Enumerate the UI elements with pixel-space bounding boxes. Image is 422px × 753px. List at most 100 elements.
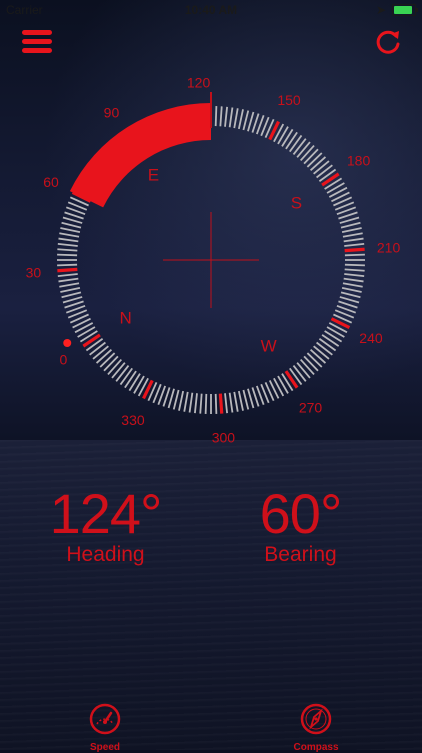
dial-tick bbox=[324, 330, 343, 343]
dial-tick bbox=[233, 391, 239, 412]
refresh-button[interactable] bbox=[374, 28, 402, 56]
dial-tick bbox=[214, 393, 218, 414]
dial-tick bbox=[242, 110, 250, 131]
dial-tick bbox=[247, 111, 255, 132]
dial-tick bbox=[224, 106, 228, 127]
degree-label-120: 120 bbox=[187, 74, 211, 90]
dial-tick bbox=[306, 352, 323, 368]
tab-speed-label: Speed bbox=[89, 742, 120, 753]
dial-tick bbox=[292, 138, 307, 155]
battery-icon bbox=[392, 4, 418, 16]
dial-tick bbox=[289, 134, 303, 153]
heading-value: 124° bbox=[49, 482, 163, 545]
dial-tick bbox=[306, 152, 323, 168]
speedometer-icon bbox=[89, 703, 121, 735]
dial-tick bbox=[57, 253, 78, 257]
dial-tick bbox=[303, 148, 319, 165]
dial-tick bbox=[133, 375, 145, 394]
dial-tick bbox=[237, 109, 244, 130]
dial-tick bbox=[188, 392, 194, 413]
dial-tick bbox=[344, 247, 365, 253]
dial-tick bbox=[339, 296, 360, 304]
dial-tick bbox=[89, 341, 106, 356]
tab-compass[interactable]: Compass bbox=[276, 702, 356, 753]
dial-tick bbox=[204, 393, 208, 414]
dial-tick bbox=[303, 355, 319, 372]
dial-tick bbox=[219, 106, 223, 127]
menu-button[interactable] bbox=[22, 30, 52, 54]
heading-label: Heading bbox=[66, 543, 145, 566]
bearing-readout: 60° Bearing bbox=[195, 480, 406, 568]
degree-label-330: 330 bbox=[121, 412, 145, 428]
dial-tick bbox=[339, 216, 360, 224]
dial-tick bbox=[194, 393, 198, 414]
degree-label-270: 270 bbox=[299, 400, 323, 416]
dial-tick bbox=[313, 160, 330, 175]
tab-compass-label: Compass bbox=[293, 742, 339, 753]
dial-tick bbox=[199, 393, 203, 414]
dial-tick bbox=[99, 352, 116, 368]
dial-tick bbox=[281, 128, 294, 147]
dial-tick bbox=[343, 277, 364, 283]
refresh-icon bbox=[376, 30, 400, 54]
dial-tick bbox=[77, 326, 96, 338]
dial-tick bbox=[343, 237, 364, 243]
dial-tick bbox=[95, 348, 113, 364]
dial-tick bbox=[326, 326, 345, 338]
compass-dial: 0 30 60 90 120 150 180 210 240 270 300 330 N E S W bbox=[26, 74, 401, 446]
bearing-label: Bearing bbox=[264, 543, 337, 566]
dial-tick bbox=[296, 141, 311, 158]
dial-tick bbox=[57, 263, 78, 267]
degree-label-300: 300 bbox=[212, 430, 236, 446]
degree-label-30: 30 bbox=[26, 264, 42, 280]
cardinal-n: N bbox=[119, 309, 131, 328]
tab-speed[interactable]: Speed bbox=[65, 702, 145, 753]
dial-tick bbox=[342, 232, 363, 238]
dial-tick bbox=[344, 273, 365, 277]
dial-tick bbox=[218, 393, 224, 414]
dial-tick bbox=[172, 389, 180, 410]
dial-tick bbox=[57, 273, 78, 277]
dial-tick bbox=[342, 282, 363, 288]
dial-tick bbox=[309, 348, 327, 364]
dial-tick bbox=[62, 216, 83, 224]
bearing-value: 60° bbox=[259, 482, 343, 545]
dial-tick bbox=[344, 253, 365, 257]
dial-tick bbox=[296, 362, 311, 379]
dial-tick bbox=[321, 172, 340, 187]
status-bar: Carrier 10:40 AM ➤ bbox=[0, 0, 422, 20]
dial-tick bbox=[284, 370, 299, 389]
dial-tick bbox=[61, 221, 82, 229]
dial-tick bbox=[326, 182, 345, 194]
dial-tick bbox=[57, 248, 78, 252]
dial-tick bbox=[313, 345, 330, 360]
dial-tick bbox=[103, 355, 119, 372]
dial-tick bbox=[344, 268, 365, 272]
dial-tick bbox=[341, 286, 362, 293]
dial-tick bbox=[292, 365, 307, 382]
degree-label-90: 90 bbox=[104, 104, 120, 120]
dial-tick bbox=[344, 243, 365, 247]
dial-tick bbox=[59, 232, 80, 238]
dial-tick bbox=[128, 373, 141, 392]
dial-tick bbox=[277, 126, 289, 145]
dial-tick bbox=[299, 144, 315, 162]
dial-tick bbox=[316, 341, 333, 356]
hamburger-menu-icon bbox=[22, 30, 52, 35]
dial-tick bbox=[61, 291, 82, 299]
dial-tick bbox=[299, 358, 315, 376]
dial-tick bbox=[237, 390, 244, 411]
dial-tick bbox=[167, 388, 175, 409]
degree-label-210: 210 bbox=[377, 240, 401, 256]
degree-label-60: 60 bbox=[43, 174, 59, 190]
dial-tick bbox=[183, 391, 189, 412]
dial-tick bbox=[224, 393, 228, 414]
location-arrow-icon: ➤ bbox=[375, 3, 386, 17]
dial-tick bbox=[178, 390, 185, 411]
dial-tick bbox=[214, 106, 218, 127]
dial-tick bbox=[242, 389, 250, 410]
status-time: 10:40 AM bbox=[184, 3, 238, 17]
dial-tick bbox=[57, 243, 78, 247]
dial-tick bbox=[58, 277, 79, 283]
dial-tick bbox=[92, 345, 109, 360]
